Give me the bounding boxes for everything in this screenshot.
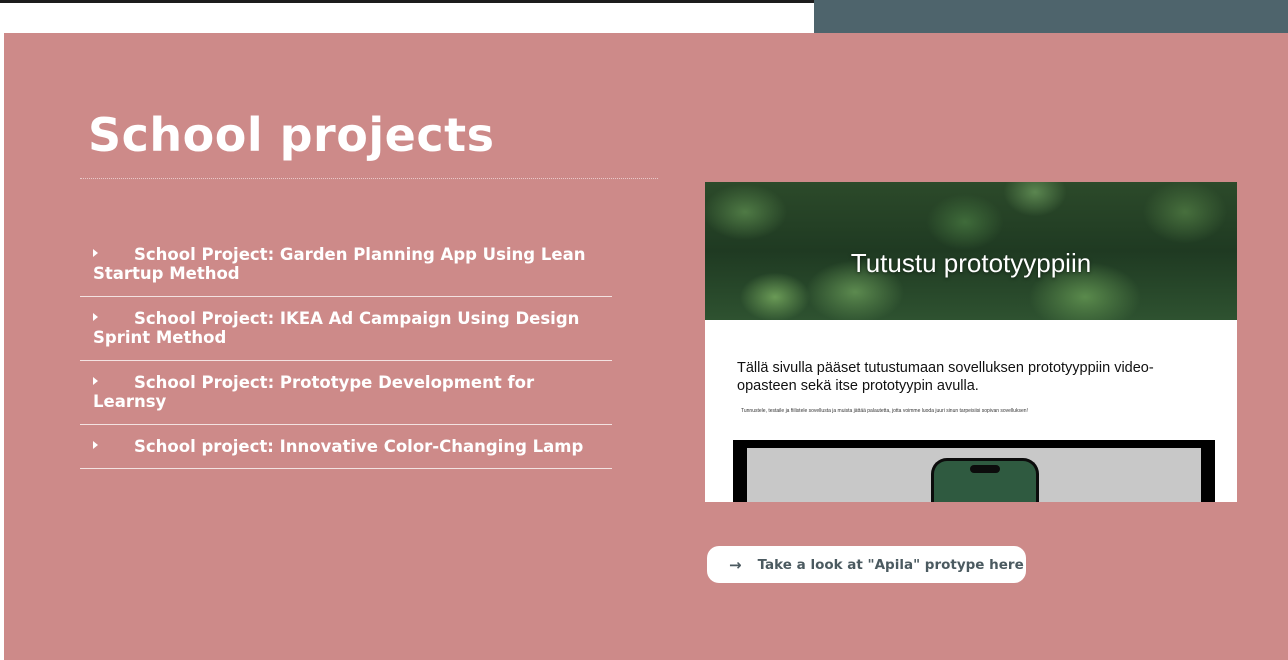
- arrow-right-icon: →: [729, 555, 742, 574]
- accordion-item-learnsy[interactable]: School Project: Prototype Development fo…: [80, 361, 612, 425]
- accordion-item-label: School project: Innovative Color-Changin…: [134, 437, 584, 456]
- view-prototype-button[interactable]: → Take a look at "Apila" protype here: [707, 546, 1026, 583]
- page-title: School projects: [88, 108, 495, 162]
- phone-notch: [970, 465, 1000, 473]
- view-prototype-label: Take a look at "Apila" protype here: [757, 556, 1024, 573]
- prototype-preview-image: Tutustu prototyyppiin Tällä sivulla pääs…: [705, 182, 1237, 502]
- preview-hero-title: Tutustu prototyyppiin: [850, 248, 1092, 278]
- accordion-item-ikea-ad[interactable]: School Project: IKEA Ad Campaign Using D…: [80, 297, 612, 361]
- preview-small-text: Tunnustele, testaile ja fiilistele sovel…: [741, 408, 1028, 414]
- accordion-item-color-lamp[interactable]: School project: Innovative Color-Changin…: [80, 425, 612, 469]
- accordion-item-label: School Project: Garden Planning App Usin…: [93, 245, 586, 283]
- caret-right-icon: [93, 249, 98, 257]
- video-screen: [747, 448, 1201, 502]
- accordion-item-label: School Project: IKEA Ad Campaign Using D…: [93, 309, 580, 347]
- caret-right-icon: [93, 377, 98, 385]
- caret-right-icon: [93, 441, 98, 449]
- preview-hero-banner: Tutustu prototyyppiin: [705, 182, 1237, 320]
- preview-video: [733, 440, 1215, 502]
- project-accordion: School Project: Garden Planning App Usin…: [80, 233, 612, 469]
- caret-right-icon: [93, 313, 98, 321]
- top-bar-accent: [814, 0, 1288, 33]
- accordion-item-label: School Project: Prototype Development fo…: [93, 373, 535, 411]
- accordion-item-garden-planning[interactable]: School Project: Garden Planning App Usin…: [80, 233, 612, 297]
- title-divider: [80, 178, 658, 179]
- preview-heading: Tällä sivulla pääset tutustumaan sovellu…: [737, 360, 1154, 394]
- phone-mockup: [931, 458, 1039, 502]
